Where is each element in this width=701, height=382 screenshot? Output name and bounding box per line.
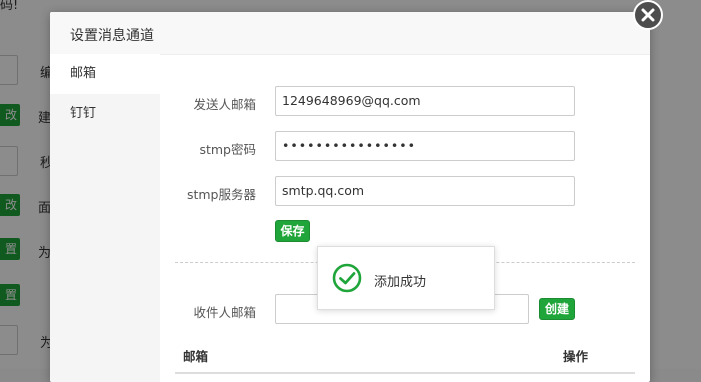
message-channel-dialog: 设置消息通道 邮箱 钉钉 发送人邮箱 1249648969@qq.com stm… — [50, 12, 650, 382]
tab-email[interactable]: 邮箱 — [50, 54, 160, 94]
check-circle-icon — [332, 263, 362, 293]
dialog-title: 设置消息通道 — [70, 28, 154, 44]
column-header-email: 邮箱 — [183, 349, 209, 364]
recipient-table-header: 邮箱 操作 — [175, 336, 635, 374]
save-button[interactable]: 保存 — [275, 220, 310, 242]
close-dialog-button[interactable] — [633, 0, 663, 30]
toast-message: 添加成功 — [374, 275, 427, 290]
email-settings-panel: 发送人邮箱 1249648969@qq.com stmp密码 •••••••••… — [160, 54, 650, 382]
recipient-email-label: 收件人邮箱 — [193, 305, 256, 320]
sender-email-field[interactable]: 1249648969@qq.com — [275, 86, 575, 116]
smtp-server-label: stmp服务器 — [186, 187, 256, 202]
success-toast: 添加成功 — [317, 246, 495, 310]
channel-sidebar: 邮箱 钉钉 — [50, 54, 160, 382]
column-header-actions: 操作 — [563, 349, 589, 364]
smtp-password-field[interactable]: •••••••••••••••• — [275, 131, 575, 161]
create-button[interactable]: 创建 — [539, 298, 575, 320]
tab-dingtalk[interactable]: 钉钉 — [50, 94, 160, 134]
smtp-server-field[interactable]: smtp.qq.com — [275, 176, 575, 206]
smtp-password-label: stmp密码 — [199, 142, 256, 157]
sender-email-label: 发送人邮箱 — [193, 97, 256, 112]
dialog-header: 设置消息通道 — [50, 12, 650, 55]
close-icon — [641, 8, 655, 22]
